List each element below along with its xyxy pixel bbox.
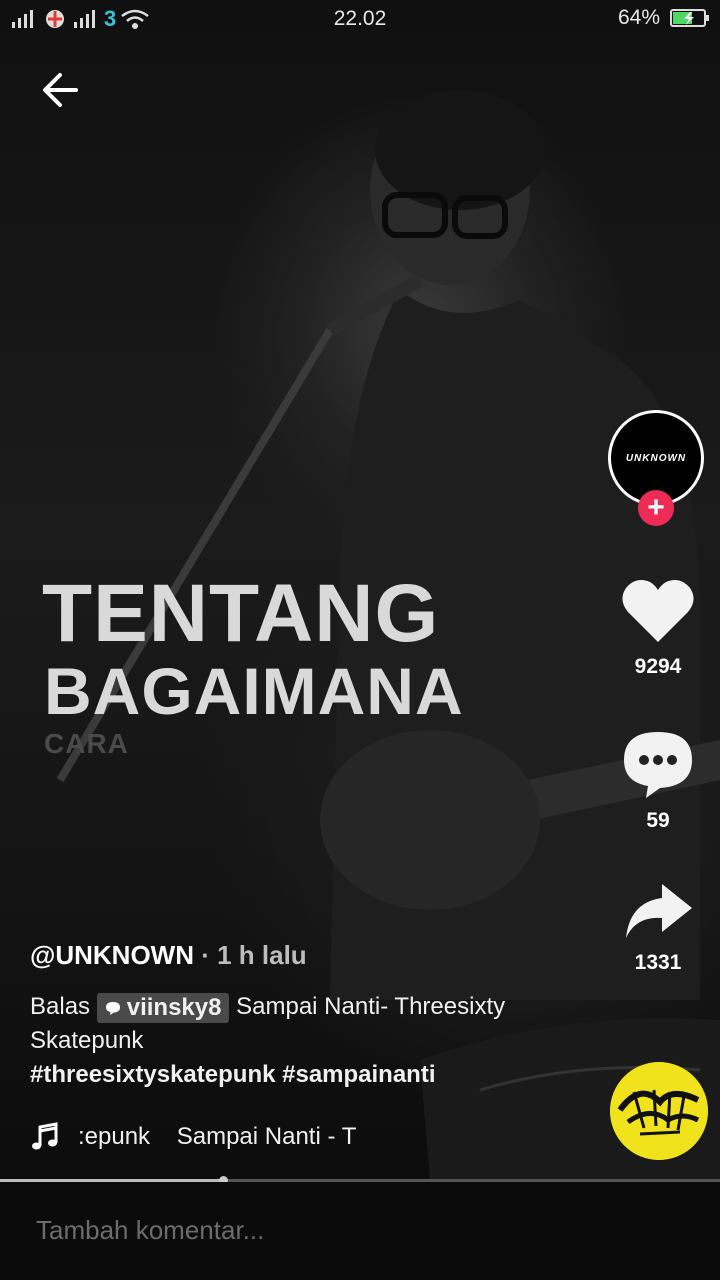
mention-tag[interactable]: viinsky8	[96, 992, 230, 1023]
avatar-text: UNKNOWN	[625, 452, 687, 464]
comment-input[interactable]	[36, 1210, 676, 1250]
hashtags[interactable]: #threesixtyskatepunk #sampainanti	[30, 1061, 436, 1088]
music-line[interactable]: :epunk Sampai Nanti - T	[30, 1122, 356, 1152]
music-title: :epunk Sampai Nanti - T	[78, 1123, 357, 1150]
share-arrow-icon[interactable]	[622, 880, 694, 942]
comment-bar	[0, 1182, 720, 1280]
status-time: 22.02	[333, 7, 387, 30]
music-note-icon	[32, 1122, 58, 1150]
overlay-line-3: CARA	[44, 728, 129, 759]
comment-bubble-icon[interactable]	[620, 728, 696, 800]
heart-icon[interactable]	[620, 576, 696, 646]
comment-small-icon	[105, 1001, 120, 1015]
arrow-left-icon	[43, 73, 78, 107]
author-line: @UNKNOWN · 1 h lalu	[30, 940, 307, 971]
reply-prefix: Balas	[30, 993, 91, 1020]
mention-username: viinsky8	[126, 993, 222, 1021]
music-disc[interactable]	[610, 1062, 708, 1160]
author-username[interactable]: @UNKNOWN	[30, 940, 194, 970]
status-right: 64%	[618, 6, 710, 30]
plus-icon: +	[647, 491, 665, 524]
caption: Balas viinsky8 Sampai Nanti- Threesixty …	[30, 990, 590, 1092]
follow-button[interactable]: +	[638, 490, 674, 526]
creator-avatar-wrap: UNKNOWN +	[608, 410, 704, 526]
status-bar: 3 22.02 64%	[0, 0, 720, 38]
overlay-line-1: TENTANG	[42, 568, 440, 659]
overlay-line-2: BAGAIMANA	[44, 654, 464, 728]
battery-percent: 64%	[617, 6, 660, 29]
post-time: · 1 h lalu	[194, 940, 307, 970]
comment-action[interactable]: 59	[606, 728, 710, 833]
like-action[interactable]: 9294	[606, 576, 710, 679]
share-action[interactable]: 1331	[606, 880, 710, 975]
battery-charging-icon	[670, 9, 709, 27]
video-overlay-text: TENTANG BAGAIMANA CARA	[42, 572, 464, 762]
album-art-icon	[610, 1062, 708, 1160]
share-count: 1331	[634, 951, 682, 974]
like-count: 9294	[634, 655, 682, 678]
comment-count: 59	[646, 809, 670, 832]
back-button[interactable]	[36, 64, 88, 116]
